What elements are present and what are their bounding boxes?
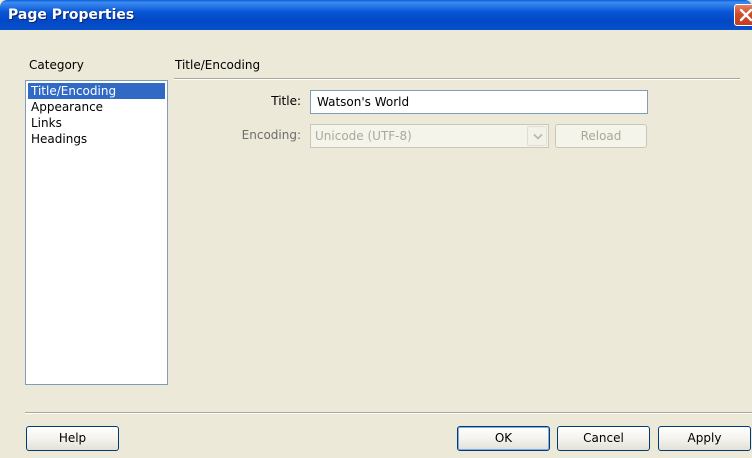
- title-field-label: Title:: [271, 94, 301, 108]
- encoding-select[interactable]: Unicode (UTF-8): [310, 124, 549, 148]
- category-heading: Category: [29, 58, 84, 72]
- category-item-title-encoding[interactable]: Title/Encoding: [28, 83, 165, 99]
- encoding-dropdown-button[interactable]: [527, 126, 547, 146]
- section-title: Title/Encoding: [175, 58, 261, 72]
- title-bar[interactable]: Page Properties: [0, 0, 752, 30]
- help-button[interactable]: Help: [26, 426, 119, 451]
- section-divider: [174, 78, 740, 80]
- title-field[interactable]: [310, 90, 648, 114]
- ok-button[interactable]: OK: [457, 426, 550, 451]
- category-list[interactable]: Title/Encoding Appearance Links Headings: [25, 80, 168, 385]
- encoding-value: Unicode (UTF-8): [315, 129, 412, 143]
- category-item-headings[interactable]: Headings: [28, 131, 165, 147]
- encoding-field-label: Encoding:: [241, 128, 301, 142]
- page-properties-dialog: Page Properties Category Title/Encoding …: [0, 0, 752, 458]
- cancel-button[interactable]: Cancel: [557, 426, 650, 451]
- apply-button[interactable]: Apply: [658, 426, 751, 451]
- category-item-links[interactable]: Links: [28, 115, 165, 131]
- category-item-appearance[interactable]: Appearance: [28, 99, 165, 115]
- reload-button[interactable]: Reload: [555, 124, 647, 148]
- close-button[interactable]: [734, 4, 752, 26]
- footer-divider: [25, 412, 752, 414]
- window-title: Page Properties: [8, 7, 135, 23]
